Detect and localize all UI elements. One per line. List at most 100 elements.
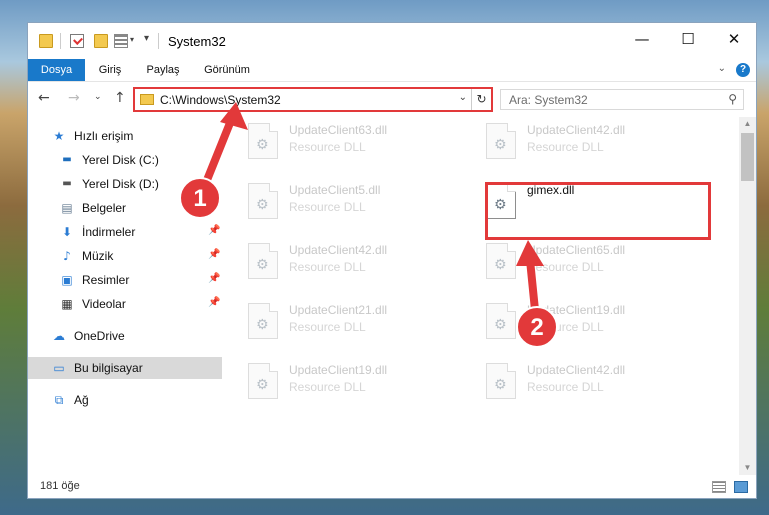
sidebar-item-belgeler[interactable]: ▤ Belgeler 📌 — [28, 197, 222, 219]
chevron-down-icon[interactable]: ▾ — [130, 35, 134, 44]
gear-icon: ⚙ — [256, 197, 269, 213]
network-icon: ⧉ — [54, 393, 64, 407]
dll-file-icon: ⚙ — [486, 123, 516, 159]
dll-file-icon: ⚙ — [486, 243, 516, 279]
tab-dosya[interactable]: Dosya — [28, 59, 85, 81]
file-item[interactable]: ⚙ UpdateClient42.dll Resource DLL — [478, 357, 703, 407]
dll-file-icon: ⚙ — [486, 363, 516, 399]
sidebar-item-label: OneDrive — [74, 329, 125, 343]
file-item[interactable]: ⚙ UpdateClient42.dll Resource DLL — [478, 117, 703, 167]
pin-icon[interactable]: 📌 — [208, 201, 220, 212]
search-placeholder[interactable]: Ara: System32 — [509, 93, 588, 107]
file-name: UpdateClient63.dll — [289, 123, 388, 137]
file-type: Resource DLL — [289, 320, 366, 334]
vertical-scrollbar[interactable]: ▲ ▼ — [739, 117, 756, 475]
sidebar-item-disk-c[interactable]: ▬ Yerel Disk (C:) — [28, 149, 222, 171]
sidebar-item-bu-bilgisayar[interactable]: ▭ Bu bilgisayar — [28, 357, 222, 379]
sidebar-item-onedrive[interactable]: ☁ OneDrive — [28, 325, 222, 347]
maximize-button[interactable]: ☐ — [665, 23, 711, 55]
sidebar-item-disk-d[interactable]: ▬ Yerel Disk (D:) — [28, 173, 222, 195]
file-explorer-window: ▾ ▾ System32 — ☐ ✕ Dosya Giriş Paylaş Gö… — [27, 22, 757, 499]
file-type: Resource DLL — [527, 380, 604, 394]
refresh-icon[interactable]: ↻ — [471, 89, 491, 110]
customize-toolbar-icon[interactable]: ▾ — [144, 33, 149, 44]
sidebar-item-label: Müzik — [82, 249, 114, 263]
sidebar-item-muzik[interactable]: ♪ Müzik 📌 — [28, 245, 222, 267]
address-dropdown-icon[interactable]: ⌄ — [459, 92, 467, 103]
file-type: Resource DLL — [289, 380, 366, 394]
file-name: UpdateClient19.dll — [527, 303, 626, 317]
file-name: UpdateClient42.dll — [527, 363, 626, 377]
file-name: UpdateClient42.dll — [289, 243, 388, 257]
pin-icon[interactable]: 📌 — [208, 249, 220, 260]
gear-icon: ⚙ — [256, 317, 269, 333]
folder-icon — [39, 34, 53, 48]
pin-icon[interactable]: 📌 — [208, 273, 220, 284]
details-view-icon[interactable] — [712, 481, 726, 493]
file-name: UpdateClient65.dll — [527, 243, 626, 257]
sidebar-item-label: Hızlı erişim — [74, 129, 134, 143]
search-icon[interactable]: ⚲ — [728, 92, 737, 106]
drive-icon: ▬ — [62, 178, 72, 189]
documents-icon: ▤ — [61, 201, 73, 215]
file-type: Resource DLL — [289, 140, 366, 154]
address-bar[interactable]: C:\Windows\System32 ⌄ ↻ — [133, 87, 493, 112]
file-item[interactable]: ⚙ UpdateClient5.dll Resource DLL — [240, 177, 465, 227]
close-button[interactable]: ✕ — [711, 23, 756, 55]
toolbar-separator — [158, 33, 159, 49]
download-icon: ⬇ — [61, 225, 73, 239]
sidebar-item-indirmeler[interactable]: ⬇ İndirmeler 📌 — [28, 221, 222, 243]
tab-paylas[interactable]: Paylaş — [135, 59, 191, 81]
navigation-bar: ← → ⌄ ↑ C:\Windows\System32 ⌄ ↻ Ara: Sys… — [28, 81, 756, 117]
dll-file-icon: ⚙ — [486, 303, 516, 339]
status-bar: 181 öğe — [28, 475, 756, 498]
gear-icon: ⚙ — [494, 257, 507, 273]
up-arrow-icon[interactable]: ↑ — [114, 90, 126, 106]
scrollbar-thumb[interactable] — [741, 133, 754, 181]
properties-icon[interactable] — [70, 34, 84, 48]
minimize-button[interactable]: — — [619, 23, 665, 55]
file-type: Resource DLL — [289, 200, 366, 214]
folder-icon — [140, 94, 154, 105]
title-bar: ▾ ▾ System32 — ☐ ✕ — [28, 23, 756, 59]
address-path[interactable]: C:\Windows\System32 — [160, 93, 281, 107]
new-folder-icon[interactable] — [94, 34, 108, 48]
tab-gorunum[interactable]: Görünüm — [191, 59, 263, 81]
sidebar-item-label: Yerel Disk (C:) — [82, 153, 159, 167]
file-item[interactable]: ⚙ UpdateClient63.dll Resource DLL — [240, 117, 465, 167]
large-icons-view-icon[interactable] — [734, 481, 748, 493]
view-options-icon[interactable] — [114, 34, 128, 48]
file-item[interactable]: ⚙ UpdateClient21.dll Resource DLL — [240, 297, 465, 347]
sidebar-item-label: Ağ — [74, 393, 89, 407]
file-item[interactable]: ⚙ UpdateClient19.dll Resource DLL — [240, 357, 465, 407]
file-item[interactable]: ⚙ UpdateClient65.dll Resource DLL — [478, 237, 703, 287]
gear-icon: ⚙ — [256, 257, 269, 273]
file-item[interactable]: ⚙ UpdateClient19.dll Resource DLL — [478, 297, 703, 347]
music-icon: ♪ — [63, 249, 71, 263]
help-icon[interactable]: ? — [736, 63, 750, 77]
file-type: Resource DLL — [289, 260, 366, 274]
tab-giris[interactable]: Giriş — [85, 59, 135, 81]
sidebar-item-resimler[interactable]: ▣ Resimler 📌 — [28, 269, 222, 291]
sidebar-item-videolar[interactable]: ▦ Videolar 📌 — [28, 293, 222, 315]
videos-icon: ▦ — [61, 297, 73, 311]
pin-icon[interactable]: 📌 — [208, 297, 220, 308]
file-type: Resource DLL — [527, 140, 604, 154]
sidebar-item-label: Bu bilgisayar — [74, 361, 143, 375]
forward-arrow-icon[interactable]: → — [68, 90, 80, 106]
highlight-box — [485, 182, 711, 240]
sidebar-item-ag[interactable]: ⧉ Ağ — [28, 389, 222, 411]
recent-locations-icon[interactable]: ⌄ — [94, 92, 102, 102]
file-type: Resource DLL — [527, 320, 604, 334]
pin-icon[interactable]: 📌 — [208, 225, 220, 236]
search-box[interactable]: Ara: System32 ⚲ — [500, 89, 744, 110]
sidebar-item-quick-access[interactable]: ★ Hızlı erişim — [28, 125, 222, 147]
file-item[interactable]: ⚙ UpdateClient42.dll Resource DLL — [240, 237, 465, 287]
back-arrow-icon[interactable]: ← — [38, 90, 50, 106]
file-name: UpdateClient21.dll — [289, 303, 388, 317]
cloud-icon: ☁ — [53, 329, 65, 343]
file-list: ⚙ UpdateClient63.dll Resource DLL ⚙ Upda… — [240, 117, 738, 467]
expand-ribbon-icon[interactable]: ⌄ — [718, 63, 726, 74]
scroll-up-icon[interactable]: ▲ — [739, 117, 756, 131]
scroll-down-icon[interactable]: ▼ — [739, 461, 756, 475]
